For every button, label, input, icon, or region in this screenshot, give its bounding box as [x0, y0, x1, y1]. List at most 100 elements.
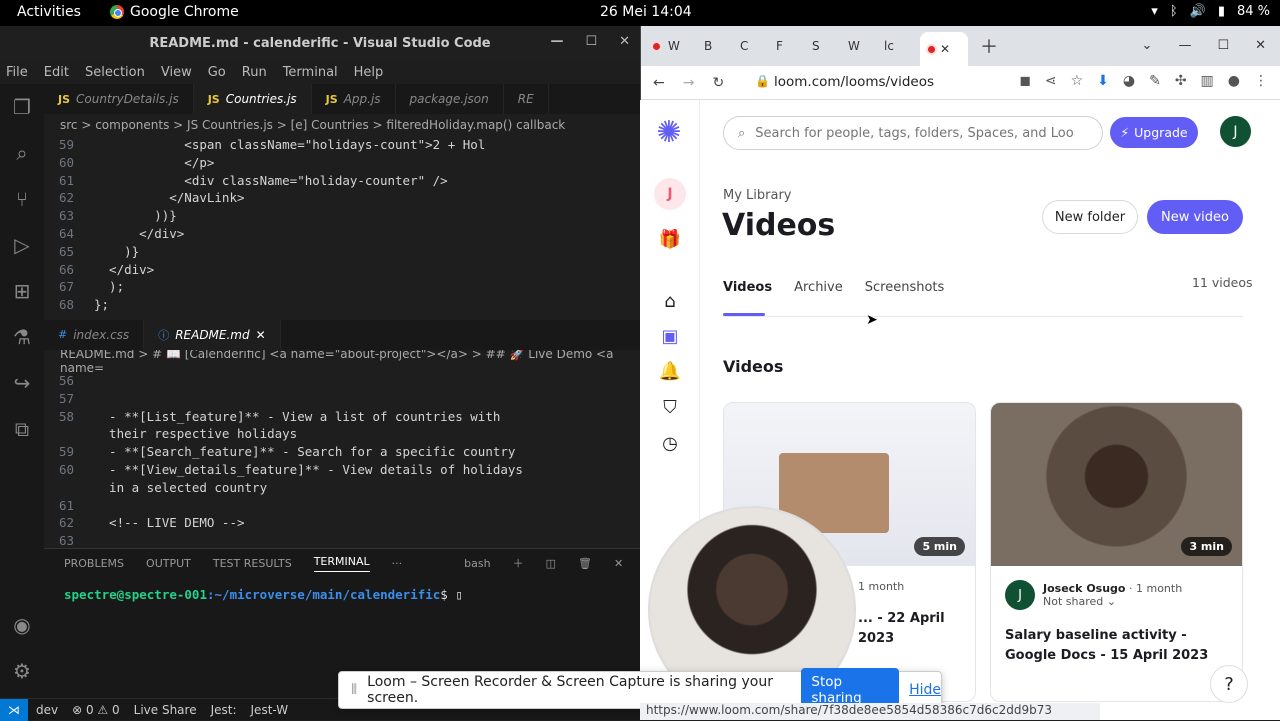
close-icon[interactable]: ✕	[619, 34, 630, 49]
run-debug-icon[interactable]: ▷	[0, 222, 44, 268]
chrome-menu-icon[interactable]: ⋮	[1254, 73, 1268, 89]
code-line[interactable]: 60 - **[View_details_feature]** - View d…	[44, 461, 640, 479]
menu-view[interactable]: View	[161, 65, 192, 80]
code-line[interactable]: 63 ))}	[44, 207, 640, 225]
panel-tab-output[interactable]: OUTPUT	[146, 557, 191, 570]
clock[interactable]: 26 Mei 14:04	[600, 4, 692, 20]
code-editor-countries[interactable]: 59 <span className="holidays-count">2 + …	[44, 136, 640, 314]
source-control-icon[interactable]: ⑂	[0, 176, 44, 222]
loom-logo-icon[interactable]: ✺	[654, 118, 684, 148]
breadcrumb-readme[interactable]: README.md > # 📖 [Calenderific] <a name="…	[44, 347, 640, 375]
share-icon[interactable]: ⋖	[1045, 73, 1057, 89]
tab-readme[interactable]: ⓘ README.md ✕	[144, 319, 281, 350]
code-line[interactable]: their respective holidays	[44, 425, 640, 443]
system-tray[interactable]: ▾ ᛒ 🔊 ▮ 84 %	[1151, 4, 1270, 19]
owner-name[interactable]: Joseck Osugo	[1043, 582, 1125, 595]
jest-watch-status[interactable]: Jest-W	[251, 703, 289, 717]
bookmark-icon[interactable]: ⛉	[658, 396, 682, 420]
profile-icon[interactable]: ●	[1228, 73, 1240, 89]
color-picker-icon[interactable]: ◕	[1123, 73, 1135, 89]
camera-icon[interactable]: ◼	[1019, 73, 1031, 89]
tab-app[interactable]: JS App.js	[312, 84, 396, 114]
remote-indicator-icon[interactable]: ⋊	[0, 699, 28, 721]
video-thumbnail[interactable]: 3 min	[991, 403, 1242, 566]
search-input[interactable]	[755, 125, 1076, 141]
code-editor-readme[interactable]: 56 57 58 - **[List_feature]** - View a lis…	[44, 372, 640, 568]
back-icon[interactable]: ←	[653, 75, 665, 91]
live-share-status[interactable]: Live Share	[134, 703, 197, 717]
code-line[interactable]: 62 </NavLink>	[44, 189, 640, 207]
tab-5[interactable]: S	[812, 32, 842, 60]
tab-loom-active[interactable]: ✕	[920, 32, 968, 66]
reload-icon[interactable]: ↻	[712, 75, 724, 91]
extensions-icon[interactable]: ⊞	[0, 268, 44, 314]
problems-status[interactable]: ⊗ 0 ⚠ 0	[72, 703, 120, 717]
close-tab-icon[interactable]: ✕	[940, 42, 950, 56]
new-video-button[interactable]: New video	[1147, 200, 1243, 234]
app-menu[interactable]: Google Chrome	[110, 4, 239, 20]
minimize-icon[interactable]: —	[550, 34, 563, 49]
side-panel-icon[interactable]: ▥	[1201, 73, 1214, 89]
forward-icon[interactable]: →	[683, 75, 695, 91]
hide-button[interactable]: Hide	[909, 682, 941, 698]
settings-gear-icon[interactable]: ⚙	[0, 648, 44, 694]
code-line[interactable]: 67 );	[44, 278, 640, 296]
card-title[interactable]: Salary baseline activity - Google Docs -…	[1005, 626, 1228, 666]
search-box[interactable]: ⌕	[723, 116, 1103, 150]
menu-file[interactable]: File	[6, 65, 28, 80]
account-icon[interactable]: ◉	[0, 602, 44, 648]
new-tab-icon[interactable]: ＋	[980, 33, 998, 59]
search-icon[interactable]: ⌕	[0, 130, 44, 176]
menu-edit[interactable]: Edit	[44, 65, 69, 80]
tab-readme-overflow[interactable]: RE	[504, 84, 549, 114]
gift-icon[interactable]: 🎁	[658, 228, 682, 252]
tab-archive[interactable]: Archive	[794, 280, 843, 295]
lock-icon[interactable]: 🔒	[755, 74, 770, 88]
tab-screenshots[interactable]: Screenshots	[865, 280, 945, 295]
code-line[interactable]: 60 </p>	[44, 154, 640, 172]
tab-7[interactable]: lc	[884, 32, 914, 60]
code-line[interactable]: in a selected country	[44, 479, 640, 497]
tab-videos[interactable]: Videos	[723, 280, 772, 295]
menu-help[interactable]: Help	[354, 65, 384, 80]
code-line[interactable]: 66 </div>	[44, 261, 640, 279]
tab-search-icon[interactable]: ⌄	[1142, 38, 1153, 53]
tab-4[interactable]: F	[776, 32, 806, 60]
explorer-icon[interactable]: ❐	[0, 84, 44, 130]
new-folder-button[interactable]: New folder	[1042, 200, 1138, 234]
upgrade-button[interactable]: ⚡ Upgrade	[1110, 117, 1198, 148]
tab-2[interactable]: B	[704, 32, 734, 60]
tab-countries[interactable]: JS Countries.js	[193, 84, 312, 114]
eyedropper-icon[interactable]: ✎	[1149, 73, 1161, 89]
code-line[interactable]: 59 <span className="holidays-count">2 + …	[44, 136, 640, 154]
code-line[interactable]: 58 - **[List_feature]** - View a list of…	[44, 408, 640, 426]
code-line[interactable]: 65 )}	[44, 243, 640, 261]
share-status[interactable]: Not shared ⌄	[1043, 595, 1182, 608]
branch-status[interactable]: dev	[36, 703, 58, 717]
panel-tab-terminal[interactable]: TERMINAL	[313, 555, 370, 572]
tab-index-css[interactable]: # index.css	[44, 319, 145, 350]
testing-icon[interactable]: ⚗	[0, 314, 44, 360]
maximize-icon[interactable]: ☐	[585, 34, 597, 49]
bookmark-star-icon[interactable]: ☆	[1071, 73, 1084, 89]
minimize-icon[interactable]: —	[1178, 38, 1191, 53]
video-card[interactable]: 3 min J Joseck Osugo · 1 month Not share…	[990, 402, 1243, 702]
panel-tab-test-results[interactable]: TEST RESULTS	[213, 557, 292, 570]
code-line[interactable]: 68};	[44, 296, 640, 314]
library-icon[interactable]: ▣	[658, 325, 682, 349]
menu-selection[interactable]: Selection	[85, 65, 145, 80]
menu-terminal[interactable]: Terminal	[283, 65, 338, 80]
close-icon[interactable]: ✕	[1255, 38, 1266, 53]
tab-3[interactable]: C	[740, 32, 770, 60]
jest-status[interactable]: Jest:	[211, 703, 237, 717]
workspace-avatar[interactable]: J	[654, 178, 686, 210]
help-button[interactable]: ?	[1210, 665, 1248, 703]
terminal-output[interactable]: spectre@spectre-001:~/microverse/main/ca…	[44, 577, 640, 612]
code-line[interactable]: 57	[44, 390, 640, 408]
address-bar[interactable]: loom.com/looms/videos	[774, 74, 934, 90]
close-panel-icon[interactable]: ✕	[614, 557, 623, 570]
home-icon[interactable]: ⌂	[658, 290, 682, 314]
drag-handle-icon[interactable]: ⦀	[351, 682, 357, 698]
maximize-icon[interactable]: ☐	[1217, 38, 1229, 53]
history-icon[interactable]: ◷	[658, 432, 682, 456]
